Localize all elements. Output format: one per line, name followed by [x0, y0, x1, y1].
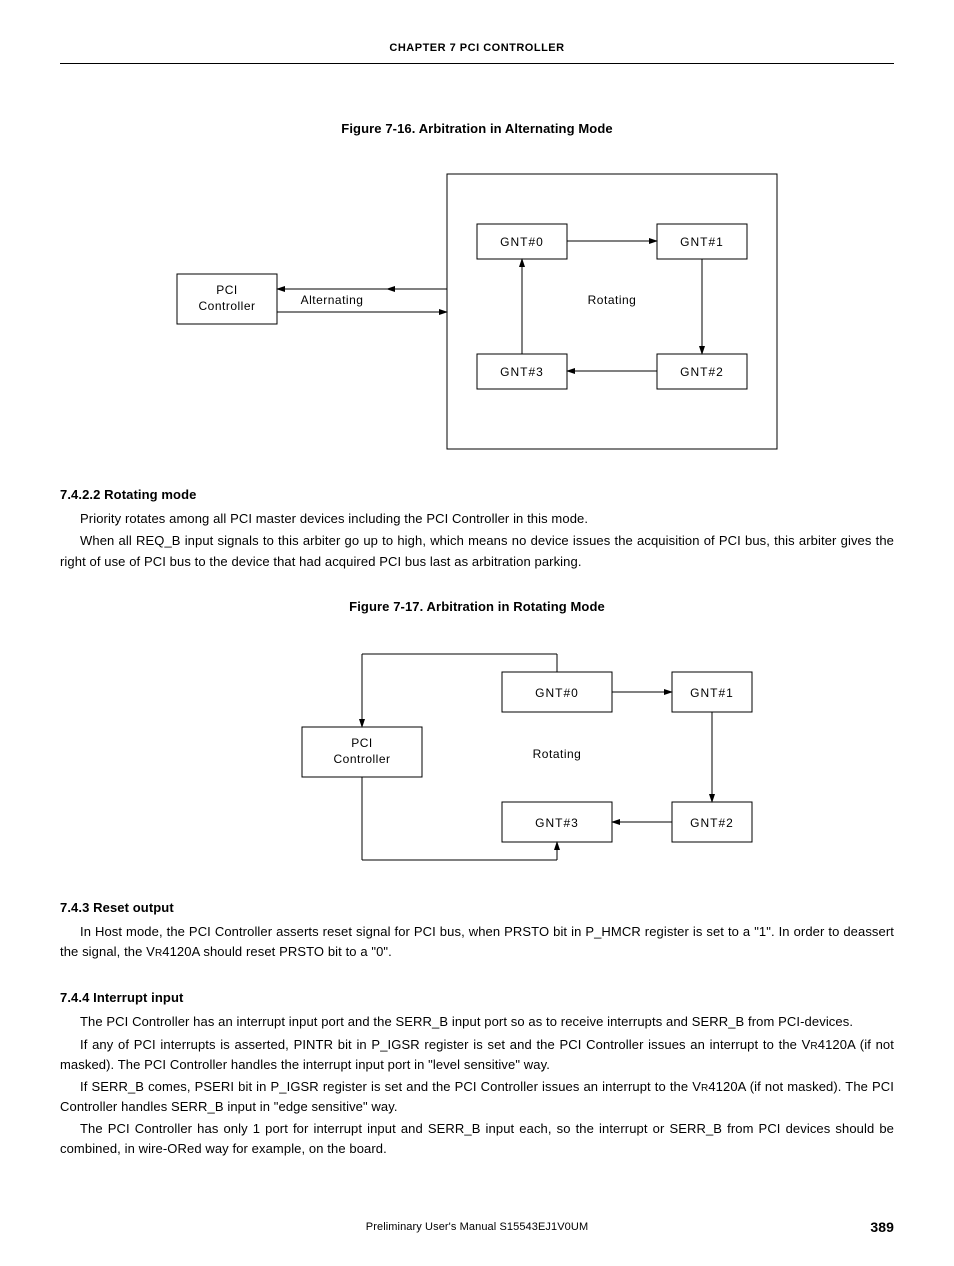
pci-label-1: PCI [216, 283, 238, 297]
page-header: CHAPTER 7 PCI CONTROLLER [60, 40, 894, 64]
section-7-4-4-head: 7.4.4 Interrupt input [60, 988, 894, 1008]
s744-p1: The PCI Controller has an interrupt inpu… [60, 1012, 894, 1032]
gnt1-label-b: GNT#1 [690, 686, 734, 700]
figure-7-16-caption: Figure 7-16. Arbitration in Alternating … [60, 119, 894, 139]
section-7-4-3-head: 7.4.3 Reset output [60, 898, 894, 918]
gnt2-label: GNT#2 [680, 365, 724, 379]
alternating-label: Alternating [301, 293, 364, 307]
s7422-p1: Priority rotates among all PCI master de… [60, 509, 894, 529]
figure-7-16-diagram: PCI Controller Alternating Rotating GNT#… [157, 164, 797, 459]
gnt0-label-b: GNT#0 [535, 686, 579, 700]
pci-label-2: Controller [198, 299, 255, 313]
pci-label-1b: PCI [351, 736, 373, 750]
pci-label-2b: Controller [333, 752, 390, 766]
s744-p4: The PCI Controller has only 1 port for i… [60, 1119, 894, 1159]
gnt3-label-b: GNT#3 [535, 816, 579, 830]
footer-center-text: Preliminary User's Manual S15543EJ1V0UM [60, 1219, 894, 1236]
s744-p2: If any of PCI interrupts is asserted, PI… [60, 1035, 894, 1075]
s7422-p2: When all REQ_B input signals to this arb… [60, 531, 894, 571]
rotating-label-b: Rotating [533, 747, 582, 761]
page-number: 389 [870, 1217, 894, 1239]
gnt3-label: GNT#3 [500, 365, 544, 379]
page-footer: Preliminary User's Manual S15543EJ1V0UM … [60, 1219, 894, 1236]
section-7-4-2-2-head: 7.4.2.2 Rotating mode [60, 485, 894, 505]
gnt1-label: GNT#1 [680, 235, 724, 249]
gnt0-label: GNT#0 [500, 235, 544, 249]
figure-7-17-diagram: PCI Controller Rotating GNT#0 GNT#1 GNT#… [192, 642, 762, 872]
s743-p1: In Host mode, the PCI Controller asserts… [60, 922, 894, 962]
gnt2-label-b: GNT#2 [690, 816, 734, 830]
s744-p3: If SERR_B comes, PSERI bit in P_IGSR reg… [60, 1077, 894, 1117]
figure-7-17-caption: Figure 7-17. Arbitration in Rotating Mod… [60, 597, 894, 617]
rotating-label: Rotating [588, 293, 637, 307]
